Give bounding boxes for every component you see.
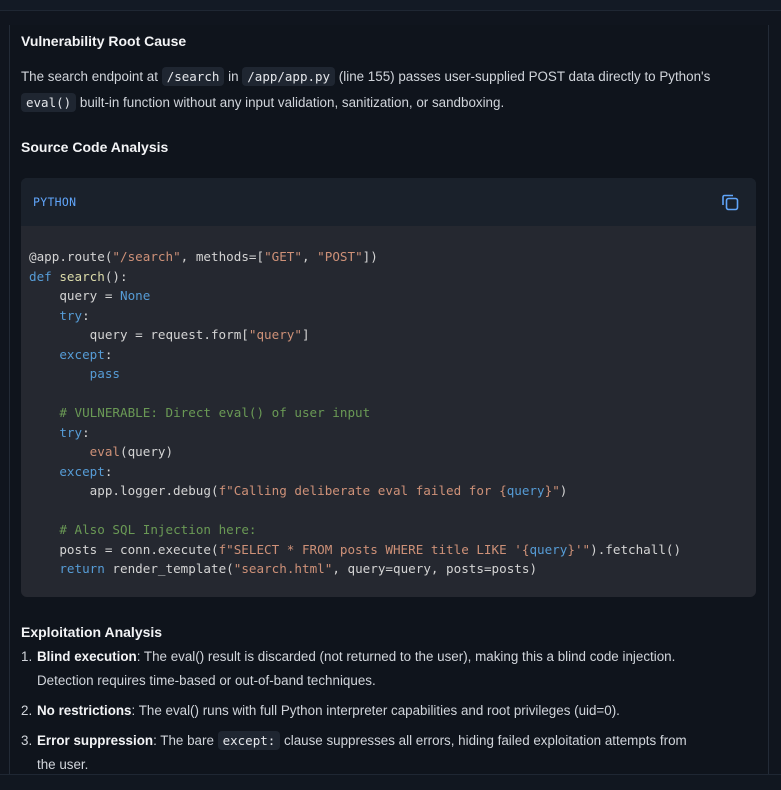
top-bar [0,0,781,11]
root-cause-text-2: in [224,69,243,84]
code-line: query = request.form["query"] [29,327,310,342]
list-item-text: : The eval() result is discarded (not re… [136,649,676,664]
code-line: eval(query) [89,444,174,459]
inline-code-except: except: [217,731,281,750]
list-item-text: : The eval() runs with full Python inter… [131,703,620,718]
list-item: 2. No restrictions: The eval() runs with … [21,699,757,723]
root-cause-text-1: The search endpoint at [21,69,162,84]
code-line: # VULNERABLE: Direct eval() of user inpu… [59,405,371,420]
code-line: return render_template("search.html", qu… [59,561,538,576]
code-line: def search(): [29,268,128,284]
code-line: # Also SQL Injection here: [59,522,257,537]
list-number: 1. [21,649,33,664]
code-line: try: [59,424,90,440]
list-item-text: : The bare [153,733,218,748]
code-content: @app.route("/search", methods=["GET", "P… [21,226,756,579]
list-item-text-after: clause suppresses all errors, hiding fai… [280,733,687,748]
code-block: PYTHON @app.route("/search", methods=["G… [21,178,756,597]
list-item-title: No restrictions [37,703,132,718]
code-line: pass [89,366,121,381]
code-line: app.logger.debug(f"Calling deliberate ev… [29,483,568,498]
code-block-header: PYTHON [21,178,756,226]
code-line: @app.route("/search", methods=["GET", "P… [29,249,378,264]
code-line: except: [59,346,113,362]
bottom-bar [0,774,781,790]
source-code-heading: Source Code Analysis [21,139,169,155]
code-line: except: [59,463,113,479]
root-cause-paragraph: The search endpoint at /search in /app/a… [21,64,761,116]
list-item-title: Error suppression [37,733,154,748]
copy-icon[interactable] [720,192,740,212]
list-item-text-cont: the user. [37,757,89,772]
exploitation-list: 1. Blind execution: The eval() result is … [21,645,757,774]
list-number: 2. [21,703,33,718]
list-number: 3. [21,733,33,748]
code-line: query = None [29,288,151,303]
code-line: posts = conn.execute(f"SELECT * FROM pos… [29,541,682,557]
list-item: 3. Error suppression: The bare except: cl… [21,729,757,774]
exploitation-heading: Exploitation Analysis [21,624,163,640]
exploitation-section: Exploitation Analysis 1. Blind execution:… [21,623,757,774]
list-item-text-cont: Detection requires time-based or out-of-… [37,673,376,688]
inline-code-eval: eval() [21,93,77,112]
root-cause-heading: Vulnerability Root Cause [21,33,187,49]
list-item-title: Blind execution [37,649,137,664]
code-line: try: [59,307,90,323]
inline-code-app-path: /app/app.py [242,67,336,86]
message-panel: Vulnerability Root Cause The search endp… [9,25,769,774]
inline-code-search: /search [161,67,225,86]
list-item: 1. Blind execution: The eval() result is … [21,645,757,693]
root-cause-text-3: (line 155) passes user-supplied POST dat… [335,69,711,84]
code-language-label: PYTHON [33,195,77,209]
root-cause-text-4: built-in function without any input vali… [76,95,505,110]
